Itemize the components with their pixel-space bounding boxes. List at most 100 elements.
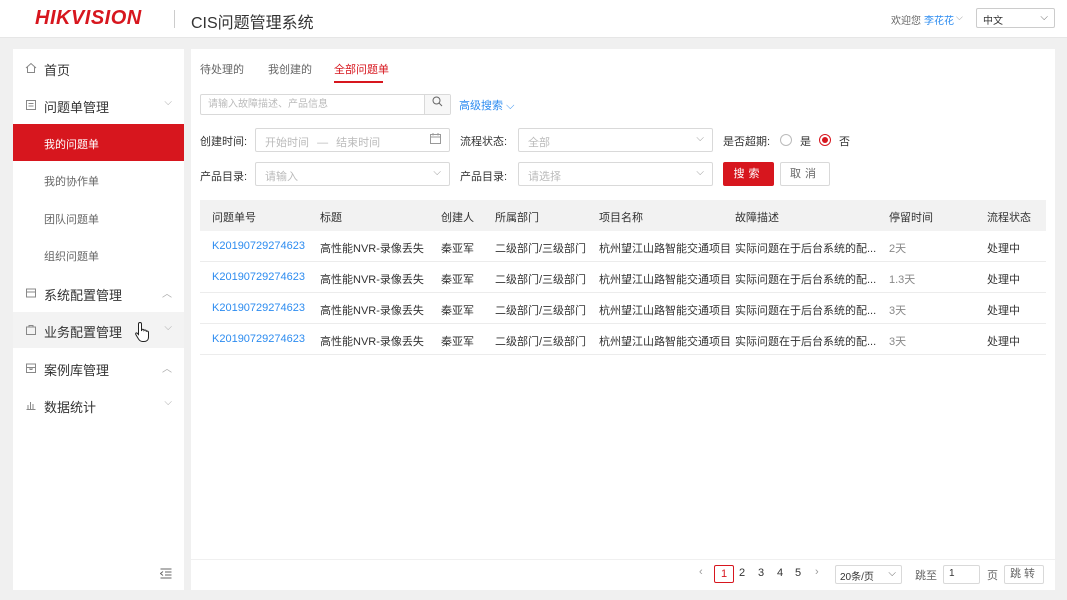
overdue-no-radio[interactable] — [819, 134, 831, 146]
advanced-search-toggle[interactable]: 高级搜索 ⌵ — [459, 97, 514, 113]
tab-all-tickets[interactable]: 全部问题单 — [334, 61, 389, 77]
tab-bar: 待处理的 我创建的 全部问题单 — [191, 49, 1055, 85]
page-number[interactable]: 3 — [758, 567, 764, 579]
table-cell: 二级部门/三级部门 — [495, 336, 587, 348]
home-icon — [25, 62, 37, 74]
search-button[interactable]: 搜索 — [723, 162, 774, 186]
sidebar-item-case-library[interactable]: 案例库管理 ︿ — [13, 350, 184, 386]
prev-page-icon[interactable]: ‹ — [699, 566, 703, 578]
table-cell: 实际问题在于后台系统的配... — [735, 336, 877, 348]
page-number[interactable]: 5 — [795, 567, 801, 579]
chevron-down-icon: ⌵ — [164, 322, 172, 333]
flow-status-select[interactable]: 全部 ⌵ — [518, 128, 713, 152]
sidebar-item-tickets[interactable]: 问题单管理 ⌵ — [13, 87, 184, 123]
jump-page-input[interactable]: 1 — [943, 565, 980, 584]
ticket-id-link[interactable]: K20190729274623 — [212, 333, 305, 345]
page-current[interactable]: 1 — [714, 565, 734, 583]
business-icon — [25, 324, 37, 336]
language-value: 中文 — [983, 16, 1003, 27]
table-header: 问题单号 标题 创建人 所属部门 项目名称 故障描述 停留时间 流程状态 — [200, 200, 1046, 231]
table-cell: 杭州望江山路智能交通项目 — [599, 274, 731, 286]
table-cell: 秦亚军 — [441, 336, 474, 348]
table-cell: 高性能NVR-录像丢失 — [320, 274, 424, 286]
chevron-down-icon: ⌵ — [888, 568, 896, 579]
product-dir-input[interactable]: 请输入 ⌵ — [255, 162, 450, 186]
created-time-label: 创建时间: — [200, 136, 248, 148]
search-input[interactable] — [201, 95, 425, 114]
search-box — [200, 94, 451, 115]
sidebar-item-system-config[interactable]: 系统配置管理 ︿ — [13, 275, 184, 311]
end-time-placeholder: 结束时间 — [336, 137, 381, 149]
column-header[interactable]: 流程状态 — [987, 209, 1031, 225]
chart-icon — [25, 399, 37, 411]
table-cell: 实际问题在于后台系统的配... — [735, 274, 877, 286]
sidebar-subitem-label: 组织问题单 — [44, 251, 99, 263]
column-header[interactable]: 标题 — [320, 209, 342, 225]
date-range-picker[interactable]: 开始时间 — 结束时间 — [255, 128, 450, 152]
ticket-id-link[interactable]: K20190729274623 — [212, 240, 305, 252]
cancel-button[interactable]: 取消 — [780, 162, 830, 186]
tab-created-by-me[interactable]: 我创建的 — [268, 61, 312, 77]
column-header[interactable]: 创建人 — [441, 209, 474, 225]
column-header[interactable]: 停留时间 — [889, 209, 933, 225]
table-cell: 二级部门/三级部门 — [495, 243, 587, 255]
sidebar-item-home[interactable]: 首页 — [13, 50, 184, 86]
sidebar-item-label: 系统配置管理 — [44, 288, 123, 303]
product-dir2-placeholder: 请选择 — [528, 171, 561, 183]
table-cell: 杭州望江山路智能交通项目 — [599, 336, 731, 348]
username-link[interactable]: 李花花 — [924, 12, 954, 27]
chevron-down-icon[interactable]: ⌵ — [956, 12, 964, 22]
sidebar-item-label: 案例库管理 — [44, 363, 110, 378]
product-dir-label: 产品目录: — [200, 171, 248, 183]
language-select[interactable]: 中文 ⌵ — [976, 8, 1055, 28]
sidebar: 首页 问题单管理 ⌵ 我的问题单 我的协作单 团队问题单 组织问题单 系统配置管… — [13, 49, 184, 590]
jump-button[interactable]: 跳转 — [1004, 565, 1044, 584]
ticket-id-link[interactable]: K20190729274623 — [212, 302, 305, 314]
sidebar-subitem-my-collab[interactable]: 我的协作单 — [13, 161, 184, 198]
page-number[interactable]: 2 — [739, 567, 745, 579]
table-cell: 高性能NVR-录像丢失 — [320, 336, 424, 348]
header-divider — [174, 10, 175, 28]
sidebar-subitem-team-tickets[interactable]: 团队问题单 — [13, 199, 184, 236]
hikvision-logo[interactable]: HIKVISION — [35, 7, 142, 30]
advanced-search-label: 高级搜索 — [459, 100, 503, 112]
pagination-bar: ‹ 1 2 3 4 5 › 20条/页 ⌵ 跳至 1 页 跳转 — [191, 560, 1055, 590]
sidebar-subitem-my-tickets[interactable]: 我的问题单 — [13, 124, 184, 161]
column-header[interactable]: 项目名称 — [599, 209, 643, 225]
table-cell: 处理中 — [987, 305, 1020, 317]
table-row[interactable]: K20190729274623 高性能NVR-录像丢失 秦亚军 二级部门/三级部门 杭州… — [200, 262, 1046, 293]
product-dir2-select[interactable]: 请选择 ⌵ — [518, 162, 713, 186]
column-header[interactable]: 故障描述 — [735, 209, 779, 225]
chevron-down-icon: ⌵ — [696, 167, 704, 178]
table-cell: 高性能NVR-录像丢失 — [320, 243, 424, 255]
table-cell: 二级部门/三级部门 — [495, 274, 587, 286]
overdue-yes-radio[interactable] — [780, 134, 792, 146]
table-cell: 实际问题在于后台系统的配... — [735, 305, 877, 317]
table-cell: 杭州望江山路智能交通项目 — [599, 243, 731, 255]
sidebar-subitem-org-tickets[interactable]: 组织问题单 — [13, 236, 184, 273]
table-cell: 秦亚军 — [441, 305, 474, 317]
table-row[interactable]: K20190729274623 高性能NVR-录像丢失 秦亚军 二级部门/三级部门 杭州… — [200, 293, 1046, 324]
product-dir2-label: 产品目录: — [460, 171, 508, 183]
chevron-down-icon: ⌵ — [433, 167, 441, 178]
sidebar-item-business-config[interactable]: 业务配置管理 ⌵ — [13, 312, 184, 348]
page-number[interactable]: 4 — [777, 567, 783, 579]
sidebar-item-statistics[interactable]: 数据统计 ⌵ — [13, 387, 184, 423]
page-size-select[interactable]: 20条/页 ⌵ — [835, 565, 902, 584]
search-icon[interactable] — [424, 95, 450, 114]
next-page-icon[interactable]: › — [815, 566, 819, 578]
product-dir-placeholder: 请输入 — [265, 171, 298, 183]
tab-pending[interactable]: 待处理的 — [200, 61, 244, 77]
menu-collapse-icon[interactable] — [159, 568, 172, 582]
table-cell: 1.3天 — [889, 274, 916, 286]
table-row[interactable]: K20190729274623 高性能NVR-录像丢失 秦亚军 二级部门/三级部门 杭州… — [200, 324, 1046, 355]
ticket-id-link[interactable]: K20190729274623 — [212, 271, 305, 283]
column-header[interactable]: 问题单号 — [212, 209, 256, 225]
date-separator: — — [317, 137, 329, 149]
flow-status-label: 流程状态: — [460, 136, 508, 148]
table-row[interactable]: K20190729274623 高性能NVR-录像丢失 秦亚军 二级部门/三级部门 杭州… — [200, 231, 1046, 262]
column-header[interactable]: 所属部门 — [495, 209, 539, 225]
chevron-down-icon: ⌵ — [506, 100, 515, 112]
table-cell: 处理中 — [987, 336, 1020, 348]
sidebar-subitem-label: 团队问题单 — [44, 214, 99, 226]
